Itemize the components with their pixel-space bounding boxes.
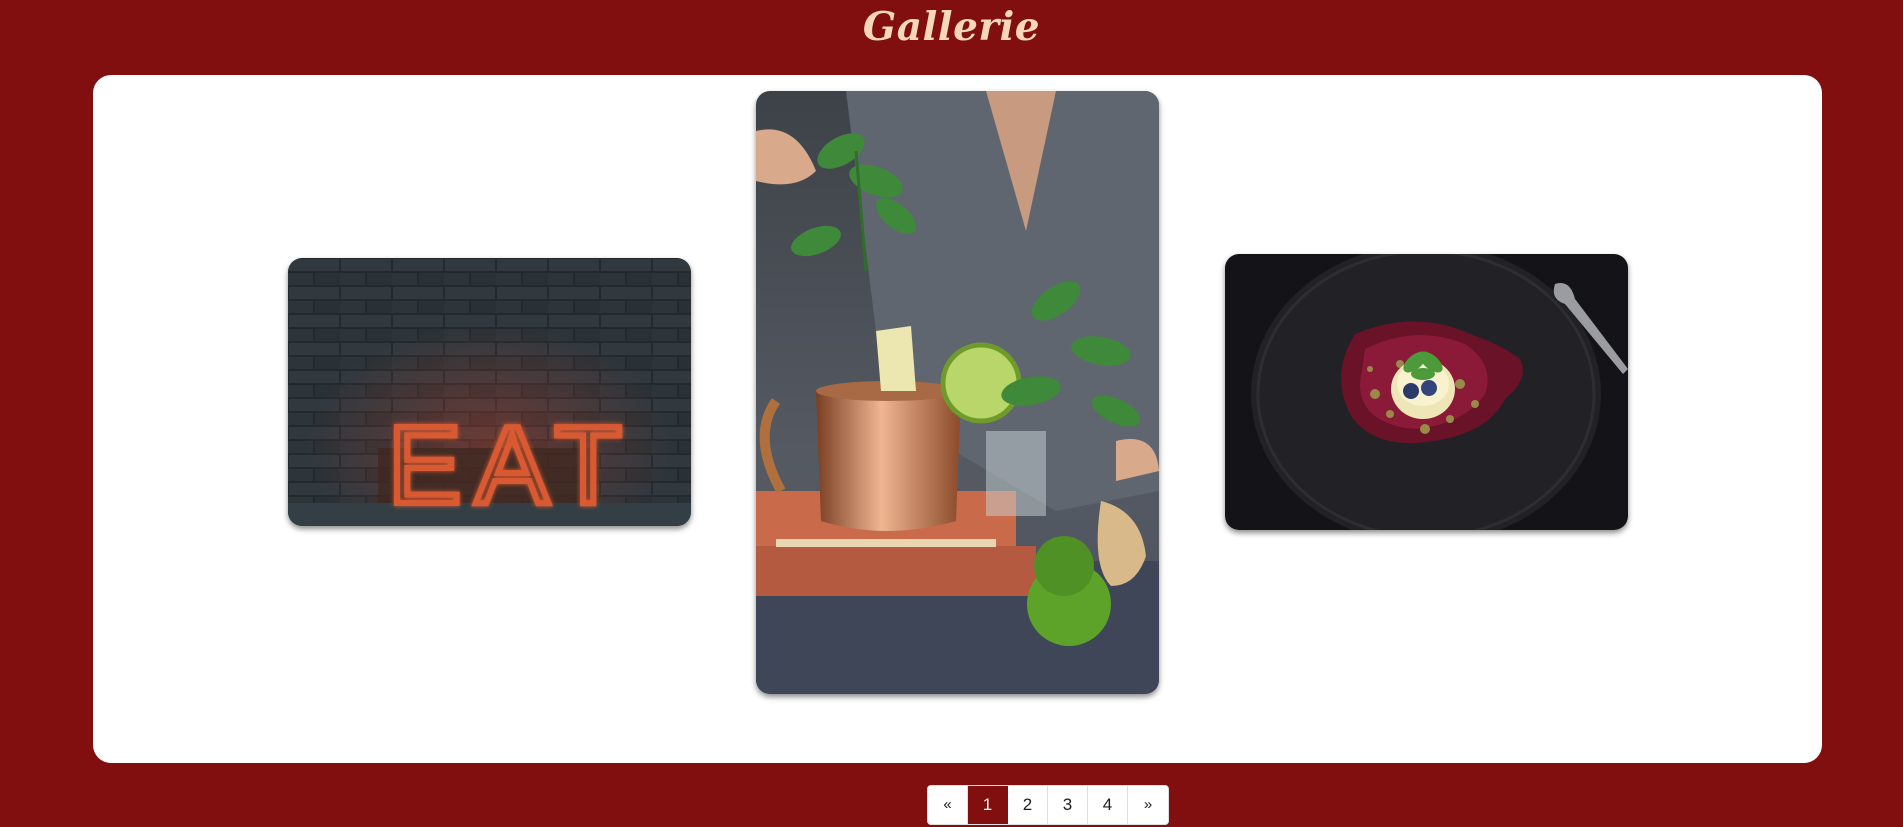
- pagination-page-2-button[interactable]: 2: [1008, 786, 1048, 824]
- copper-mug-cocktail-image[interactable]: [756, 91, 1159, 694]
- pagination-previous-button[interactable]: «: [928, 786, 968, 824]
- eat-neon-sign-image[interactable]: EAT: [288, 258, 691, 526]
- copper-mug-cocktail-graphic: [756, 91, 1159, 694]
- page-title: Gallerie: [862, 4, 1041, 50]
- pagination-page-3-button[interactable]: 3: [1048, 786, 1088, 824]
- eat-neon-sign-graphic: EAT: [288, 258, 691, 526]
- pagination-page-1-button[interactable]: 1: [968, 786, 1008, 824]
- pagination: « 1 2 3 4 »: [927, 785, 1169, 825]
- dessert-plate-image[interactable]: [1225, 254, 1628, 530]
- pagination-next-button[interactable]: »: [1128, 786, 1168, 824]
- pagination-page-4-button[interactable]: 4: [1088, 786, 1128, 824]
- dessert-plate-graphic: [1225, 254, 1628, 530]
- gallery-panel: EAT « 1 2 3 4 »: [93, 75, 1822, 825]
